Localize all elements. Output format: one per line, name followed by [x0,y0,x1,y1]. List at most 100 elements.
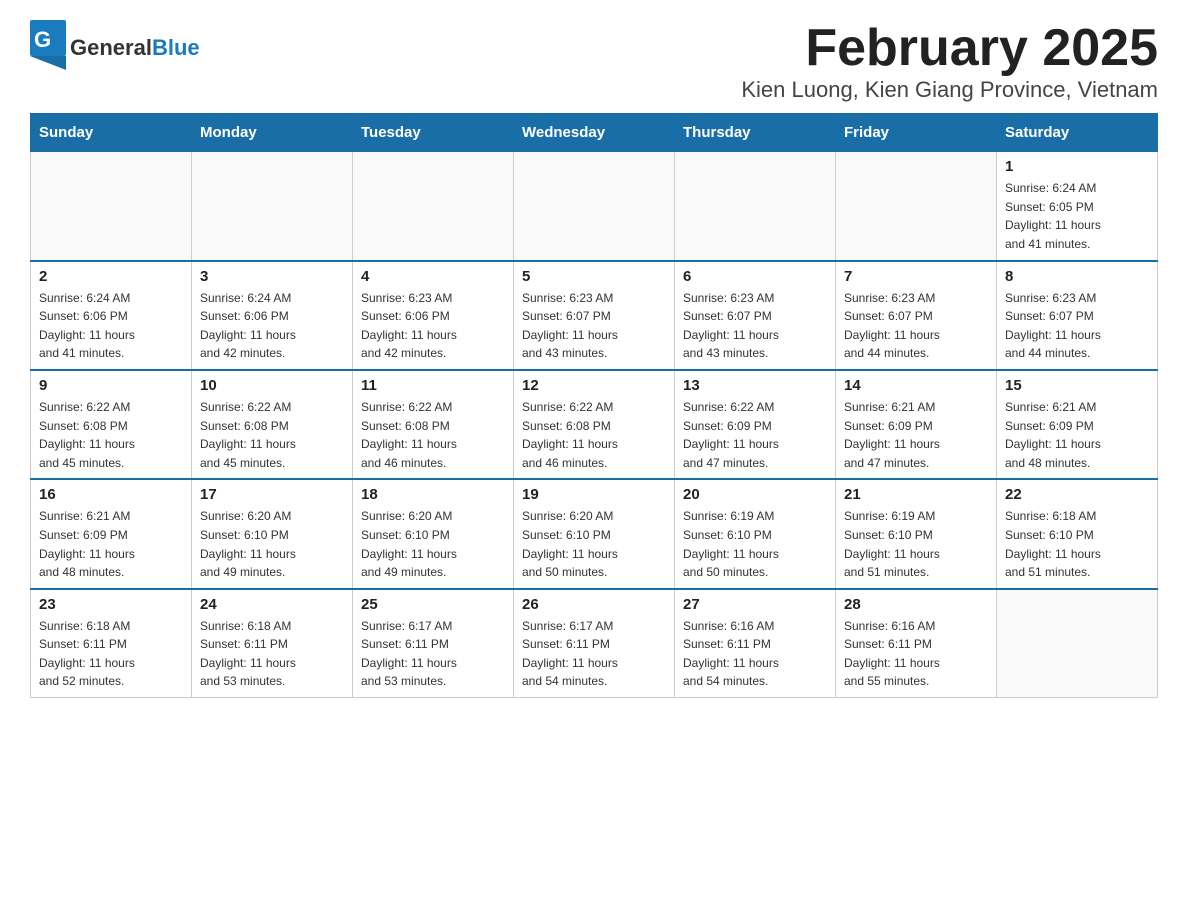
calendar-cell: 23 Sunrise: 6:18 AM Sunset: 6:11 PM Dayli… [31,589,192,698]
calendar-cell: 21 Sunrise: 6:19 AM Sunset: 6:10 PM Dayli… [836,479,997,588]
calendar-cell: 15 Sunrise: 6:21 AM Sunset: 6:09 PM Dayli… [997,370,1158,479]
calendar-table: SundayMondayTuesdayWednesdayThursdayFrid… [30,113,1158,698]
weekday-header-friday: Friday [836,114,997,152]
calendar-cell: 5Sunrise: 6:23 AM Sunset: 6:07 PM Daylig… [514,261,675,370]
calendar-cell: 14 Sunrise: 6:21 AM Sunset: 6:09 PM Dayli… [836,370,997,479]
day-number: 1 [1005,158,1149,175]
day-number: 2 [39,268,183,285]
calendar-cell: 3 Sunrise: 6:24 AM Sunset: 6:06 PM Daylig… [192,261,353,370]
calendar-cell: 4 Sunrise: 6:23 AM Sunset: 6:06 PM Daylig… [353,261,514,370]
day-info: Sunrise: 6:21 AM Sunset: 6:09 PM Dayligh… [844,398,988,472]
logo: G General Blue [30,20,200,75]
day-info: Sunrise: 6:21 AM Sunset: 6:09 PM Dayligh… [1005,398,1149,472]
logo-text-block: General Blue [70,35,200,61]
day-number: 15 [1005,377,1149,394]
day-info: Sunrise: 6:22 AM Sunset: 6:08 PM Dayligh… [522,398,666,472]
day-number: 23 [39,596,183,613]
calendar-cell [675,152,836,261]
day-info: Sunrise: 6:22 AM Sunset: 6:08 PM Dayligh… [200,398,344,472]
calendar-cell: 18Sunrise: 6:20 AM Sunset: 6:10 PM Dayli… [353,479,514,588]
day-info: Sunrise: 6:22 AM Sunset: 6:08 PM Dayligh… [39,398,183,472]
logo-blue: Blue [152,35,200,61]
day-number: 9 [39,377,183,394]
calendar-cell: 17 Sunrise: 6:20 AM Sunset: 6:10 PM Dayli… [192,479,353,588]
day-number: 20 [683,486,827,503]
day-info: Sunrise: 6:23 AM Sunset: 6:07 PM Dayligh… [844,289,988,363]
calendar-cell [514,152,675,261]
day-info: Sunrise: 6:17 AM Sunset: 6:11 PM Dayligh… [522,617,666,691]
weekday-header-sunday: Sunday [31,114,192,152]
calendar-cell: 1 Sunrise: 6:24 AM Sunset: 6:05 PM Daylig… [997,152,1158,261]
day-info: Sunrise: 6:19 AM Sunset: 6:10 PM Dayligh… [844,507,988,581]
weekday-header-thursday: Thursday [675,114,836,152]
calendar-cell [836,152,997,261]
calendar-cell [31,152,192,261]
day-info: Sunrise: 6:21 AM Sunset: 6:09 PM Dayligh… [39,507,183,581]
day-info: Sunrise: 6:23 AM Sunset: 6:07 PM Dayligh… [1005,289,1149,363]
calendar-cell: 24 Sunrise: 6:18 AM Sunset: 6:11 PM Dayli… [192,589,353,698]
day-number: 16 [39,486,183,503]
day-number: 17 [200,486,344,503]
day-info: Sunrise: 6:20 AM Sunset: 6:10 PM Dayligh… [361,507,505,581]
calendar-cell: 28Sunrise: 6:16 AM Sunset: 6:11 PM Dayli… [836,589,997,698]
day-info: Sunrise: 6:18 AM Sunset: 6:10 PM Dayligh… [1005,507,1149,581]
day-number: 3 [200,268,344,285]
weekday-header-tuesday: Tuesday [353,114,514,152]
weekday-header-wednesday: Wednesday [514,114,675,152]
day-number: 28 [844,596,988,613]
day-number: 4 [361,268,505,285]
day-info: Sunrise: 6:18 AM Sunset: 6:11 PM Dayligh… [39,617,183,691]
calendar-cell [353,152,514,261]
svg-text:G: G [34,27,51,52]
calendar-week-1: 1 Sunrise: 6:24 AM Sunset: 6:05 PM Daylig… [31,152,1158,261]
calendar-cell [997,589,1158,698]
page-header: G General Blue February 2025 Kien Luong,… [30,20,1158,103]
day-number: 13 [683,377,827,394]
day-number: 11 [361,377,505,394]
day-number: 6 [683,268,827,285]
calendar-week-5: 23 Sunrise: 6:18 AM Sunset: 6:11 PM Dayli… [31,589,1158,698]
day-info: Sunrise: 6:20 AM Sunset: 6:10 PM Dayligh… [522,507,666,581]
day-number: 21 [844,486,988,503]
day-info: Sunrise: 6:23 AM Sunset: 6:07 PM Dayligh… [522,289,666,363]
day-info: Sunrise: 6:24 AM Sunset: 6:05 PM Dayligh… [1005,179,1149,253]
day-info: Sunrise: 6:23 AM Sunset: 6:06 PM Dayligh… [361,289,505,363]
calendar-cell: 8 Sunrise: 6:23 AM Sunset: 6:07 PM Daylig… [997,261,1158,370]
day-number: 25 [361,596,505,613]
calendar-cell: 7Sunrise: 6:23 AM Sunset: 6:07 PM Daylig… [836,261,997,370]
calendar-cell: 9 Sunrise: 6:22 AM Sunset: 6:08 PM Daylig… [31,370,192,479]
calendar-cell: 25Sunrise: 6:17 AM Sunset: 6:11 PM Dayli… [353,589,514,698]
day-number: 27 [683,596,827,613]
day-number: 26 [522,596,666,613]
calendar-week-3: 9 Sunrise: 6:22 AM Sunset: 6:08 PM Daylig… [31,370,1158,479]
calendar-cell: 11 Sunrise: 6:22 AM Sunset: 6:08 PM Dayli… [353,370,514,479]
day-number: 19 [522,486,666,503]
calendar-cell: 12 Sunrise: 6:22 AM Sunset: 6:08 PM Dayli… [514,370,675,479]
calendar-cell: 22 Sunrise: 6:18 AM Sunset: 6:10 PM Dayli… [997,479,1158,588]
logo-general: General [70,35,152,61]
day-info: Sunrise: 6:22 AM Sunset: 6:08 PM Dayligh… [361,398,505,472]
day-number: 8 [1005,268,1149,285]
calendar-cell: 2Sunrise: 6:24 AM Sunset: 6:06 PM Daylig… [31,261,192,370]
day-info: Sunrise: 6:22 AM Sunset: 6:09 PM Dayligh… [683,398,827,472]
day-info: Sunrise: 6:24 AM Sunset: 6:06 PM Dayligh… [200,289,344,363]
calendar-cell: 16 Sunrise: 6:21 AM Sunset: 6:09 PM Dayli… [31,479,192,588]
calendar-week-4: 16 Sunrise: 6:21 AM Sunset: 6:09 PM Dayli… [31,479,1158,588]
calendar-title-block: February 2025 Kien Luong, Kien Giang Pro… [741,20,1158,103]
calendar-cell: 10Sunrise: 6:22 AM Sunset: 6:08 PM Dayli… [192,370,353,479]
day-number: 14 [844,377,988,394]
day-info: Sunrise: 6:19 AM Sunset: 6:10 PM Dayligh… [683,507,827,581]
calendar-cell: 27 Sunrise: 6:16 AM Sunset: 6:11 PM Dayli… [675,589,836,698]
calendar-cell: 19 Sunrise: 6:20 AM Sunset: 6:10 PM Dayli… [514,479,675,588]
logo-icon: G [30,20,66,75]
day-number: 12 [522,377,666,394]
calendar-subtitle: Kien Luong, Kien Giang Province, Vietnam [741,77,1158,103]
calendar-cell: 26 Sunrise: 6:17 AM Sunset: 6:11 PM Dayli… [514,589,675,698]
day-info: Sunrise: 6:16 AM Sunset: 6:11 PM Dayligh… [683,617,827,691]
weekday-header-saturday: Saturday [997,114,1158,152]
day-info: Sunrise: 6:23 AM Sunset: 6:07 PM Dayligh… [683,289,827,363]
day-number: 22 [1005,486,1149,503]
day-number: 24 [200,596,344,613]
day-info: Sunrise: 6:20 AM Sunset: 6:10 PM Dayligh… [200,507,344,581]
day-info: Sunrise: 6:18 AM Sunset: 6:11 PM Dayligh… [200,617,344,691]
